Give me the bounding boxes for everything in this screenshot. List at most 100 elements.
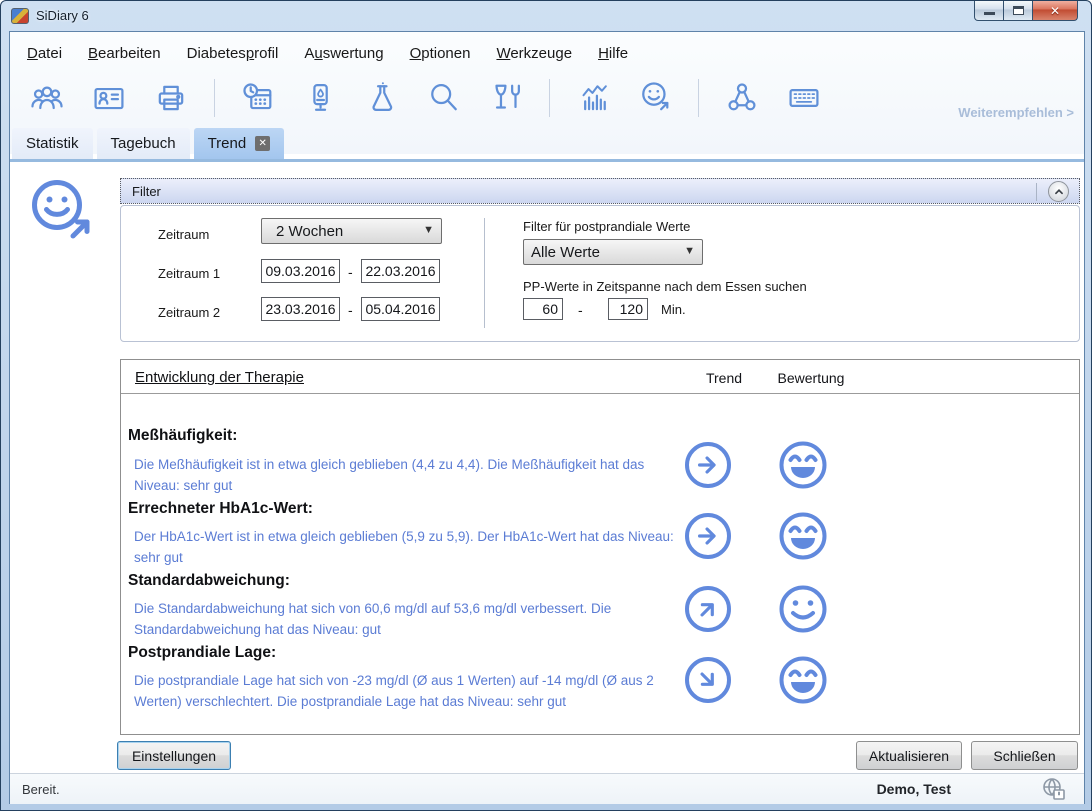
title-bar: SiDiary 6 ✕ bbox=[1, 1, 1091, 31]
online-status-icon bbox=[1040, 776, 1068, 809]
maximize-button[interactable] bbox=[1004, 1, 1033, 21]
pp-filter-label: Filter für postprandiale Werte bbox=[523, 219, 690, 234]
contact-card-icon bbox=[90, 79, 128, 117]
menu-optionen[interactable]: Optionen bbox=[410, 45, 471, 62]
menu-hilfe[interactable]: Hilfe bbox=[598, 45, 628, 62]
pp-span-label: PP-Werte in Zeitspanne nach dem Essen su… bbox=[523, 279, 807, 294]
tab-label: Statistik bbox=[26, 135, 79, 152]
diary-time-button[interactable] bbox=[239, 79, 277, 117]
menu-bearbeiten[interactable]: Bearbeiten bbox=[88, 45, 161, 62]
users-button[interactable] bbox=[28, 79, 66, 117]
row-title: Standardabweichung: bbox=[128, 572, 290, 590]
zeitraum2-label: Zeitraum 2 bbox=[158, 305, 220, 320]
tab-statistik[interactable]: Statistik bbox=[12, 128, 93, 159]
trend-column-header: Trend bbox=[693, 370, 755, 386]
keyboard-icon bbox=[785, 79, 823, 117]
statistics-chart-icon bbox=[574, 79, 612, 117]
refresh-button[interactable]: Aktualisieren bbox=[856, 741, 962, 770]
toolbar bbox=[28, 76, 823, 120]
pp-filter-select[interactable]: Alle Werte ▼ bbox=[523, 239, 703, 265]
zeitraum-selected-value: 2 Wochen bbox=[276, 223, 343, 240]
trend-arrow-icon bbox=[685, 586, 731, 632]
app-window: SiDiary 6 ✕ Datei Bearbeiten Diabetespro… bbox=[0, 0, 1092, 811]
printer-icon bbox=[152, 79, 190, 117]
zeitraum1-label: Zeitraum 1 bbox=[158, 266, 220, 281]
collapse-separator bbox=[1036, 183, 1037, 201]
tab-label: Tagebuch bbox=[111, 135, 176, 152]
filter-header-label: Filter bbox=[132, 184, 161, 199]
tab-tagebuch[interactable]: Tagebuch bbox=[97, 128, 190, 159]
nutrition-button[interactable] bbox=[487, 79, 525, 117]
rating-smiley-icon bbox=[777, 439, 829, 491]
row-text: Die Standardabweichung hat sich von 60,6… bbox=[134, 598, 682, 640]
app-logo-icon bbox=[11, 8, 29, 24]
share-button[interactable] bbox=[723, 79, 761, 117]
collapse-filter-button[interactable] bbox=[1048, 181, 1069, 202]
tab-trend[interactable]: Trend ✕ bbox=[194, 128, 285, 159]
glucose-meter-icon bbox=[301, 79, 339, 117]
settings-button[interactable]: Einstellungen bbox=[117, 741, 231, 770]
statistics-button[interactable] bbox=[574, 79, 612, 117]
pp-to-input[interactable] bbox=[608, 298, 648, 320]
toolbar-separator bbox=[698, 79, 699, 117]
food-icon bbox=[487, 79, 525, 117]
lab-flask-icon bbox=[363, 79, 401, 117]
glucose-meter-button[interactable] bbox=[301, 79, 339, 117]
menu-auswertung[interactable]: Auswertung bbox=[304, 45, 383, 62]
zeitraum2-from-input[interactable] bbox=[261, 297, 340, 321]
window-controls: ✕ bbox=[974, 1, 1078, 21]
close-button[interactable]: Schließen bbox=[971, 741, 1078, 770]
close-icon: ✕ bbox=[1050, 4, 1060, 18]
zeitraum2-to-input[interactable] bbox=[361, 297, 440, 321]
row-title: Meßhäufigkeit: bbox=[128, 427, 237, 445]
pp-from-input[interactable] bbox=[523, 298, 563, 320]
zeitraum-label: Zeitraum bbox=[158, 227, 209, 242]
menu-bar: Datei Bearbeiten Diabetesprofil Auswertu… bbox=[27, 40, 628, 66]
search-button[interactable] bbox=[425, 79, 463, 117]
range-dash: - bbox=[348, 302, 353, 318]
tab-close-icon[interactable]: ✕ bbox=[255, 136, 270, 151]
filter-panel-body: Zeitraum 2 Wochen ▼ Zeitraum 1 - Zeitrau… bbox=[120, 205, 1080, 342]
zeitraum-select[interactable]: 2 Wochen ▼ bbox=[261, 218, 442, 244]
row-title: Postprandiale Lage: bbox=[128, 644, 276, 662]
zeitraum1-from-input[interactable] bbox=[261, 259, 340, 283]
users-icon bbox=[28, 79, 66, 117]
zeitraum1-to-input[interactable] bbox=[361, 259, 440, 283]
minimize-button[interactable] bbox=[974, 1, 1004, 21]
tab-strip: Statistik Tagebuch Trend ✕ bbox=[12, 128, 284, 159]
therapy-panel: Entwicklung der Therapie Trend Bewertung… bbox=[120, 359, 1080, 735]
menu-datei[interactable]: Datei bbox=[27, 45, 62, 62]
pp-filter-selected-value: Alle Werte bbox=[531, 244, 600, 261]
trend-arrow-icon bbox=[685, 442, 731, 488]
therapy-title: Entwicklung der Therapie bbox=[135, 369, 304, 386]
row-title: Errechneter HbA1c-Wert: bbox=[128, 500, 313, 518]
range-dash: - bbox=[348, 264, 353, 280]
range-dash: - bbox=[578, 302, 583, 318]
lab-button[interactable] bbox=[363, 79, 401, 117]
rating-column-header: Bewertung bbox=[769, 370, 853, 422]
menu-diabetesprofil[interactable]: Diabetesprofil bbox=[187, 45, 279, 62]
trend-page-smiley-icon bbox=[26, 176, 102, 257]
window-title: SiDiary 6 bbox=[36, 8, 89, 23]
chevron-down-icon: ▼ bbox=[423, 224, 434, 236]
recommend-link[interactable]: Weiterempfehlen > bbox=[958, 105, 1074, 120]
chevron-up-icon bbox=[1052, 185, 1066, 199]
contact-card-button[interactable] bbox=[90, 79, 128, 117]
print-button[interactable] bbox=[152, 79, 190, 117]
trend-button[interactable] bbox=[636, 79, 674, 117]
minimize-icon bbox=[984, 12, 995, 15]
filter-panel-header[interactable]: Filter bbox=[120, 178, 1080, 204]
chevron-down-icon: ▼ bbox=[684, 245, 695, 257]
client-area: Datei Bearbeiten Diabetesprofil Auswertu… bbox=[9, 31, 1085, 804]
keyboard-button[interactable] bbox=[785, 79, 823, 117]
maximize-icon bbox=[1013, 6, 1024, 15]
row-text: Die postprandiale Lage hat sich von -23 … bbox=[134, 670, 682, 712]
status-text: Bereit. bbox=[22, 782, 60, 797]
menu-werkzeuge[interactable]: Werkzeuge bbox=[496, 45, 572, 62]
status-bar: Bereit. Demo, Test bbox=[10, 773, 1084, 804]
share-icon bbox=[723, 79, 761, 117]
tab-label: Trend bbox=[208, 135, 247, 152]
toolbar-separator bbox=[214, 79, 215, 117]
close-window-button[interactable]: ✕ bbox=[1033, 1, 1078, 21]
trend-smiley-icon bbox=[636, 79, 674, 117]
